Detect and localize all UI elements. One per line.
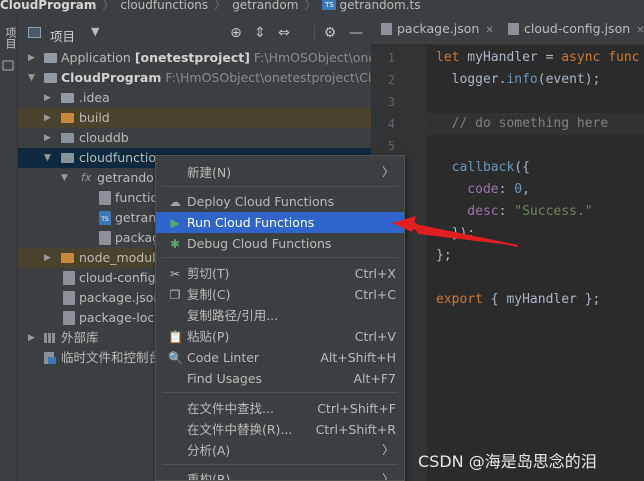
watermark: CSDN @海是岛思念的泪 (418, 452, 597, 471)
annotation-arrow (392, 216, 519, 247)
